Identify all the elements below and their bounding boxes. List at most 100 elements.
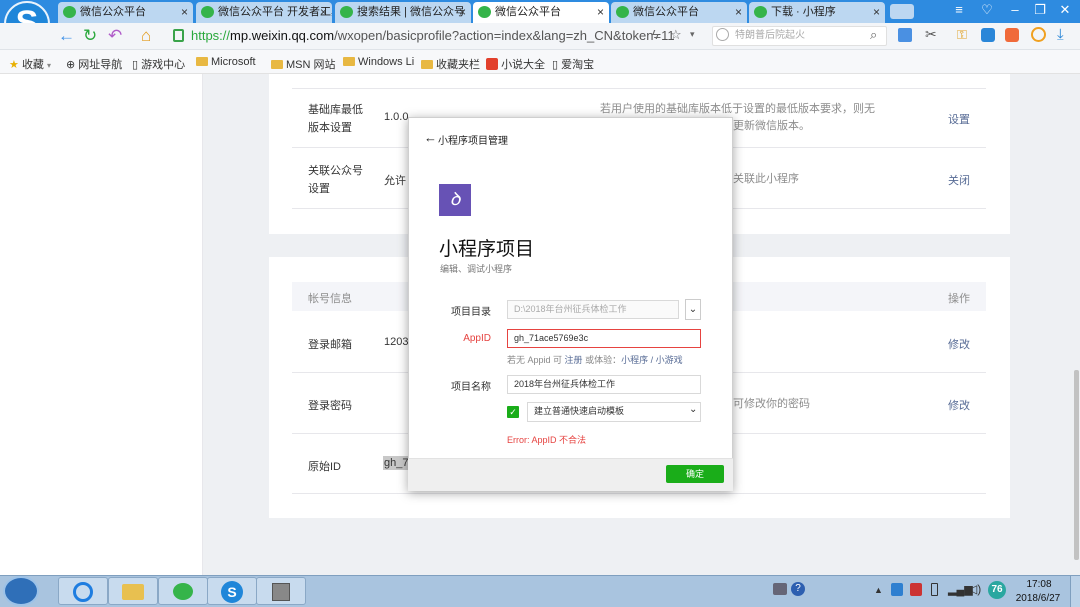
skin-icon[interactable]: ♡ [975,2,999,18]
taskbar-app[interactable] [256,577,306,605]
name-input[interactable]: 2018年台州征兵体检工作 [507,375,701,394]
shield-icon[interactable] [891,583,903,596]
search-icon[interactable]: ⌕ [870,27,877,43]
home-icon[interactable]: ⌂ [141,26,151,46]
taskbar-wechat[interactable] [158,577,208,605]
tab-3[interactable]: 搜索结果 | 微信公众号 × [335,2,471,23]
email-edit-link[interactable]: 修改 [948,336,970,352]
extension-orange-icon[interactable] [1005,28,1019,42]
search-engine-icon[interactable] [716,28,729,41]
link-oa-desc: 关联此小程序 [733,173,799,185]
link-oa-value: 允许 [384,175,406,187]
base-lib-set-link[interactable]: 设置 [948,111,970,127]
bookmark-favorites[interactable]: ★ 收藏 ▾ [9,56,51,72]
mini-game-link[interactable]: 小游戏 [656,355,683,365]
scissors-icon[interactable]: ✂ [925,26,937,43]
ie-icon [73,582,93,602]
appid-label: AppID [463,333,491,344]
bookmark-label: MSN 网站 [286,59,336,71]
page-icon: ▯ [552,59,559,71]
dialog-back-title[interactable]: 小程序项目管理 [438,132,508,147]
download-icon[interactable]: ⤓ [1057,26,1064,43]
clock-date[interactable]: 2018/6/27 [1012,593,1064,604]
key-icon[interactable]: ⚿ [957,27,967,43]
bookmark-msn[interactable]: MSN 网站 [271,56,336,72]
tab-label: 搜索结果 | 微信公众号 [357,6,465,18]
chevron-down-icon[interactable]: ⌄ [689,404,697,415]
template-checkbox[interactable]: ✓ [507,406,519,418]
taskbar-ie[interactable] [58,577,108,605]
bookmark-nav[interactable]: ⊕ 网址导航 [66,56,122,72]
miniprogram-icon: ꝺ [439,184,471,216]
base-lib-value: 1.0.0 [384,111,409,123]
register-link[interactable]: 注册 [565,355,583,365]
url-domain: mp.weixin.qq.com [230,28,335,43]
close-icon[interactable]: × [181,2,188,22]
help-icon[interactable]: ? [791,582,805,596]
close-window-button[interactable]: ✕ [1053,2,1077,18]
origin-id-value[interactable]: gh_7 [383,456,410,470]
confirm-button[interactable]: 确定 [666,465,724,483]
link-oa-close-link[interactable]: 关闭 [948,172,970,188]
extension-blue-icon[interactable] [981,28,995,42]
extension-icon[interactable] [898,28,912,42]
security-icon[interactable] [910,583,922,596]
address-input[interactable]: https://mp.weixin.qq.com/wxopen/basicpro… [191,26,721,46]
base-lib-desc: 若用户使用的基础库版本低于设置的最低版本要求，则无 [600,103,875,115]
tab-1[interactable]: 微信公众平台 × [58,2,193,23]
close-icon[interactable]: × [735,2,742,22]
bookmark-label: 网址导航 [78,59,123,71]
dialog-title: 小程序项目 [439,239,535,260]
back-icon[interactable]: ← [58,26,75,46]
bookmark-novels[interactable]: 小说大全 [486,56,545,72]
tab-label: 微信公众平台 [633,6,699,18]
bookmark-favbar[interactable]: 收藏夹栏 [421,56,480,72]
dir-dropdown-button[interactable]: ⌄ [685,299,701,320]
tab-4-active[interactable]: 微信公众平台 × [473,2,609,23]
refresh-icon[interactable]: ↻ [83,26,97,46]
scrollbar-thumb[interactable] [1074,370,1079,560]
back-arrow-icon[interactable]: ← [424,130,437,145]
close-icon[interactable]: × [459,2,466,22]
wechat-icon [173,583,193,600]
close-icon[interactable]: × [320,2,327,22]
dir-input[interactable]: D:\2018年台州征兵体检工作 [507,300,679,319]
close-icon[interactable]: × [597,2,604,22]
taskbar-explorer[interactable] [108,577,158,605]
close-icon[interactable]: × [873,2,880,22]
lightning-icon[interactable]: ϟ [652,27,659,42]
undo-icon[interactable]: ↶ [108,26,122,46]
taskbar-browser[interactable]: S [207,577,257,605]
tab-6[interactable]: 下载 · 小程序 × [749,2,885,23]
search-input[interactable]: 特朗普后院起火 [712,26,887,46]
tab-5[interactable]: 微信公众平台 × [611,2,747,23]
clock-time[interactable]: 17:08 [1016,579,1062,590]
template-select[interactable]: 建立普通快速启动模板 [527,402,701,422]
bookmark-games[interactable]: ▯ 游戏中心 [132,56,185,72]
tray-expand-icon[interactable]: ▲ [874,585,883,595]
bookmark-taobao[interactable]: ▯ 爱淘宝 [552,56,594,72]
mini-program-link[interactable]: 小程序 [621,355,648,365]
volume-icon[interactable]: ◁) [968,582,981,596]
browser-icon: S [221,581,243,603]
bookmark-microsoft[interactable]: Microsoft [196,56,256,68]
maximize-button[interactable]: ❐ [1028,2,1052,18]
badge-76[interactable]: 76 [988,581,1006,599]
chevron-down-icon[interactable]: ▾ [690,29,695,40]
tab-2[interactable]: 微信公众平台 开发者工具 × [196,2,332,23]
smile-icon[interactable] [1031,27,1046,42]
menu-icon[interactable]: ≡ [947,2,971,17]
battery-icon[interactable] [931,583,938,596]
minimize-button[interactable]: – [1003,2,1027,17]
bookmark-windows-live[interactable]: Windows Li [343,56,414,68]
email-value: 1203 [384,336,409,348]
start-button[interactable] [3,576,39,606]
new-tab-button[interactable] [890,4,914,19]
star-icon[interactable]: ☆ [670,27,682,43]
show-desktop-button[interactable] [1070,576,1080,607]
keyboard-icon[interactable] [773,583,787,595]
bookmark-label: Microsoft [211,56,256,68]
password-edit-link[interactable]: 修改 [948,397,970,413]
appid-input[interactable]: gh_71ace5769e3c [507,329,701,348]
dialog-subtitle: 编辑、调试小程序 [440,264,513,274]
